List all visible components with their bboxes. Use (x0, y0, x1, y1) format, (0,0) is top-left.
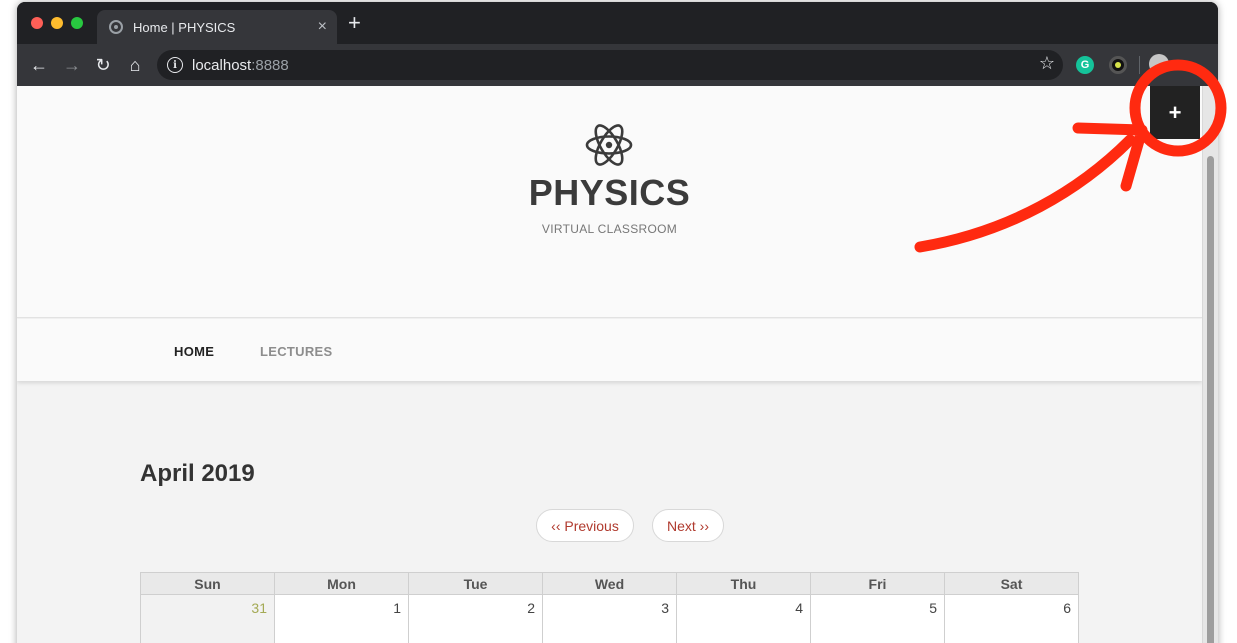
next-month-button[interactable]: Next ›› (652, 509, 724, 542)
calendar-week-row: 31 1 2 3 4 5 6 (140, 594, 1079, 643)
weekday-header: Wed (542, 572, 677, 595)
info-icon[interactable]: i (167, 57, 183, 73)
browser-toolbar: ← → ↻ ⌂ i localhost:8888 ☆ G (17, 44, 1218, 86)
minimize-window-button[interactable] (51, 17, 63, 29)
forward-arrow-icon[interactable]: → (60, 53, 84, 77)
new-tab-button[interactable]: + (348, 12, 361, 34)
favicon-icon (109, 20, 123, 34)
nav-home-link[interactable]: HOME (174, 344, 214, 359)
page-scrollbar[interactable] (1202, 86, 1218, 643)
weekday-header: Thu (676, 572, 811, 595)
tab-title: Home | PHYSICS (133, 19, 236, 35)
calendar-day-cell[interactable]: 3 (542, 594, 677, 643)
atom-logo-icon[interactable] (584, 120, 634, 170)
address-bar[interactable]: i localhost:8888 ☆ (157, 50, 1063, 80)
reload-icon[interactable]: ↻ (91, 53, 115, 77)
admin-add-button[interactable]: + (1150, 86, 1200, 139)
weekday-header: Mon (274, 572, 409, 595)
weekday-header: Tue (408, 572, 543, 595)
site-header: PHYSICS VIRTUAL CLASSROOM (17, 86, 1202, 318)
web-page: PHYSICS VIRTUAL CLASSROOM HOME LECTURES (17, 86, 1202, 643)
calendar-grid: Sun Mon Tue Wed Thu Fri Sat 31 1 2 3 4 5… (140, 572, 1079, 643)
home-icon[interactable]: ⌂ (123, 53, 147, 77)
calendar-month-title: April 2019 (140, 460, 255, 487)
previous-month-button[interactable]: ‹‹ Previous (536, 509, 634, 542)
weekday-header: Sat (944, 572, 1079, 595)
toolbar-separator (1139, 56, 1140, 74)
back-arrow-icon[interactable]: ← (27, 53, 51, 77)
maximize-window-button[interactable] (71, 17, 83, 29)
browser-tab[interactable]: Home | PHYSICS × (97, 10, 337, 44)
calendar-day-cell[interactable]: 5 (810, 594, 945, 643)
profile-avatar[interactable] (1149, 54, 1169, 74)
weekday-header: Fri (810, 572, 945, 595)
calendar-day-cell[interactable]: 31 (140, 594, 275, 643)
weekday-header-row: Sun Mon Tue Wed Thu Fri Sat (140, 572, 1079, 595)
scrollbar-thumb[interactable] (1207, 156, 1214, 643)
tab-bar: Home | PHYSICS × + (17, 2, 1218, 44)
site-title[interactable]: PHYSICS (17, 172, 1202, 214)
site-tagline: VIRTUAL CLASSROOM (541, 222, 678, 236)
calendar-day-cell[interactable]: 1 (274, 594, 409, 643)
nav-lectures-link[interactable]: LECTURES (260, 344, 332, 359)
close-window-button[interactable] (31, 17, 43, 29)
calendar-day-cell[interactable]: 4 (676, 594, 811, 643)
bookmark-star-icon[interactable]: ☆ (1039, 54, 1055, 72)
extension-icon[interactable] (1109, 56, 1127, 74)
browser-window: Home | PHYSICS × + ← → ↻ ⌂ i localhost:8… (17, 2, 1218, 643)
url-port: :8888 (251, 56, 289, 74)
calendar-day-cell[interactable]: 6 (944, 594, 1079, 643)
url-host: localhost (192, 56, 252, 74)
calendar-day-cell[interactable]: 2 (408, 594, 543, 643)
weekday-header: Sun (140, 572, 275, 595)
main-navigation: HOME LECTURES (17, 319, 1202, 381)
grammarly-extension-icon[interactable]: G (1076, 56, 1094, 74)
tab-close-icon[interactable]: × (318, 19, 327, 35)
